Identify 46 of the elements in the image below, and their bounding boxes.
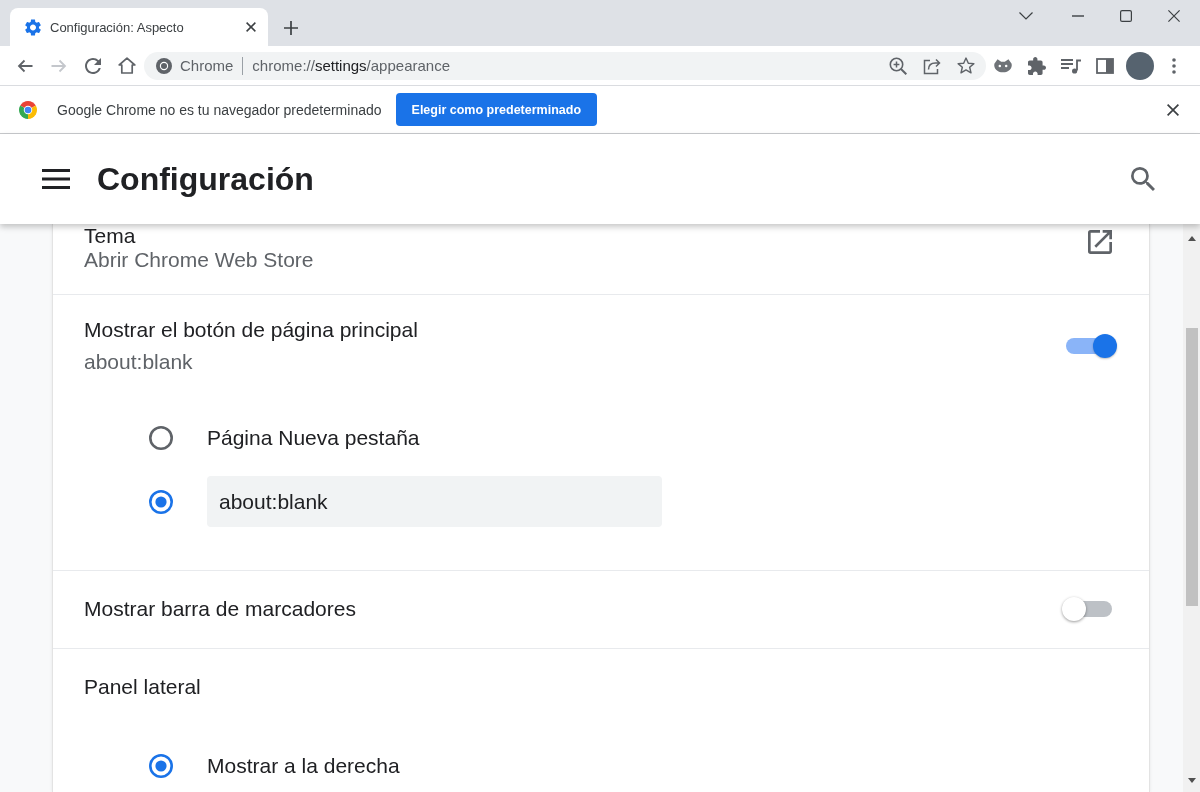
site-info-icon[interactable] xyxy=(156,57,172,74)
external-link-icon[interactable] xyxy=(1088,230,1112,254)
more-menu-icon[interactable] xyxy=(1172,57,1176,74)
gear-icon xyxy=(25,18,41,36)
animal-face-icon[interactable] xyxy=(993,58,1013,73)
setting-title: Tema xyxy=(84,224,137,248)
browser-logo-icon xyxy=(19,100,37,119)
avatar-icon[interactable] xyxy=(1126,51,1154,80)
puzzle-icon[interactable] xyxy=(1028,56,1046,75)
infobar-message: Google Chrome no es tu navegador predeterminado xyxy=(57,101,382,118)
maximize-icon[interactable] xyxy=(1120,10,1132,22)
browser-tab[interactable]: Configuración: Aspecto xyxy=(10,8,268,46)
zoom-in-icon[interactable] xyxy=(889,56,907,75)
radio-button[interactable] xyxy=(149,425,173,450)
side-panel-icon[interactable] xyxy=(1096,57,1114,74)
setting-subtitle: Abrir Chrome Web Store xyxy=(84,248,315,272)
scroll-up-icon[interactable] xyxy=(1187,236,1196,241)
page-title: Configuración xyxy=(97,160,314,198)
address-bar[interactable]: Chrome chrome://settings/appearance xyxy=(144,51,986,80)
radio-button[interactable] xyxy=(149,753,173,778)
menu-icon[interactable] xyxy=(42,169,70,189)
set-default-button[interactable]: Elegir como predeterminado xyxy=(395,93,598,126)
option-label[interactable]: Mostrar a la derecha xyxy=(207,753,400,778)
option-label[interactable]: Página Nueva pestaña xyxy=(207,425,420,450)
setting-title: Mostrar barra de marcadores xyxy=(84,597,357,621)
new-tab-icon[interactable] xyxy=(284,21,298,35)
url-input-field[interactable]: about:blank xyxy=(207,476,662,527)
back-arrow-icon[interactable] xyxy=(17,58,33,73)
setting-subtitle: about:blank xyxy=(84,350,194,374)
url-text[interactable]: chrome://settings/appearance xyxy=(252,57,450,74)
bookmark-star-icon[interactable] xyxy=(957,57,975,74)
home-icon[interactable] xyxy=(118,57,136,74)
close-icon[interactable] xyxy=(246,22,256,32)
search-icon[interactable] xyxy=(1131,167,1155,191)
close-icon[interactable] xyxy=(1168,10,1180,22)
setting-title: Panel lateral xyxy=(84,675,202,699)
share-icon[interactable] xyxy=(923,56,941,75)
reload-icon[interactable] xyxy=(85,57,101,74)
close-icon[interactable] xyxy=(1167,103,1179,116)
radio-button[interactable] xyxy=(149,489,173,514)
playlist-icon[interactable] xyxy=(1061,57,1081,74)
scroll-down-icon[interactable] xyxy=(1187,778,1196,783)
scrollbar-thumb[interactable] xyxy=(1185,328,1198,606)
chevron-down-icon[interactable] xyxy=(1019,12,1033,20)
setting-title: Mostrar el botón de página principal xyxy=(84,318,419,342)
site-label: Chrome xyxy=(180,57,234,74)
